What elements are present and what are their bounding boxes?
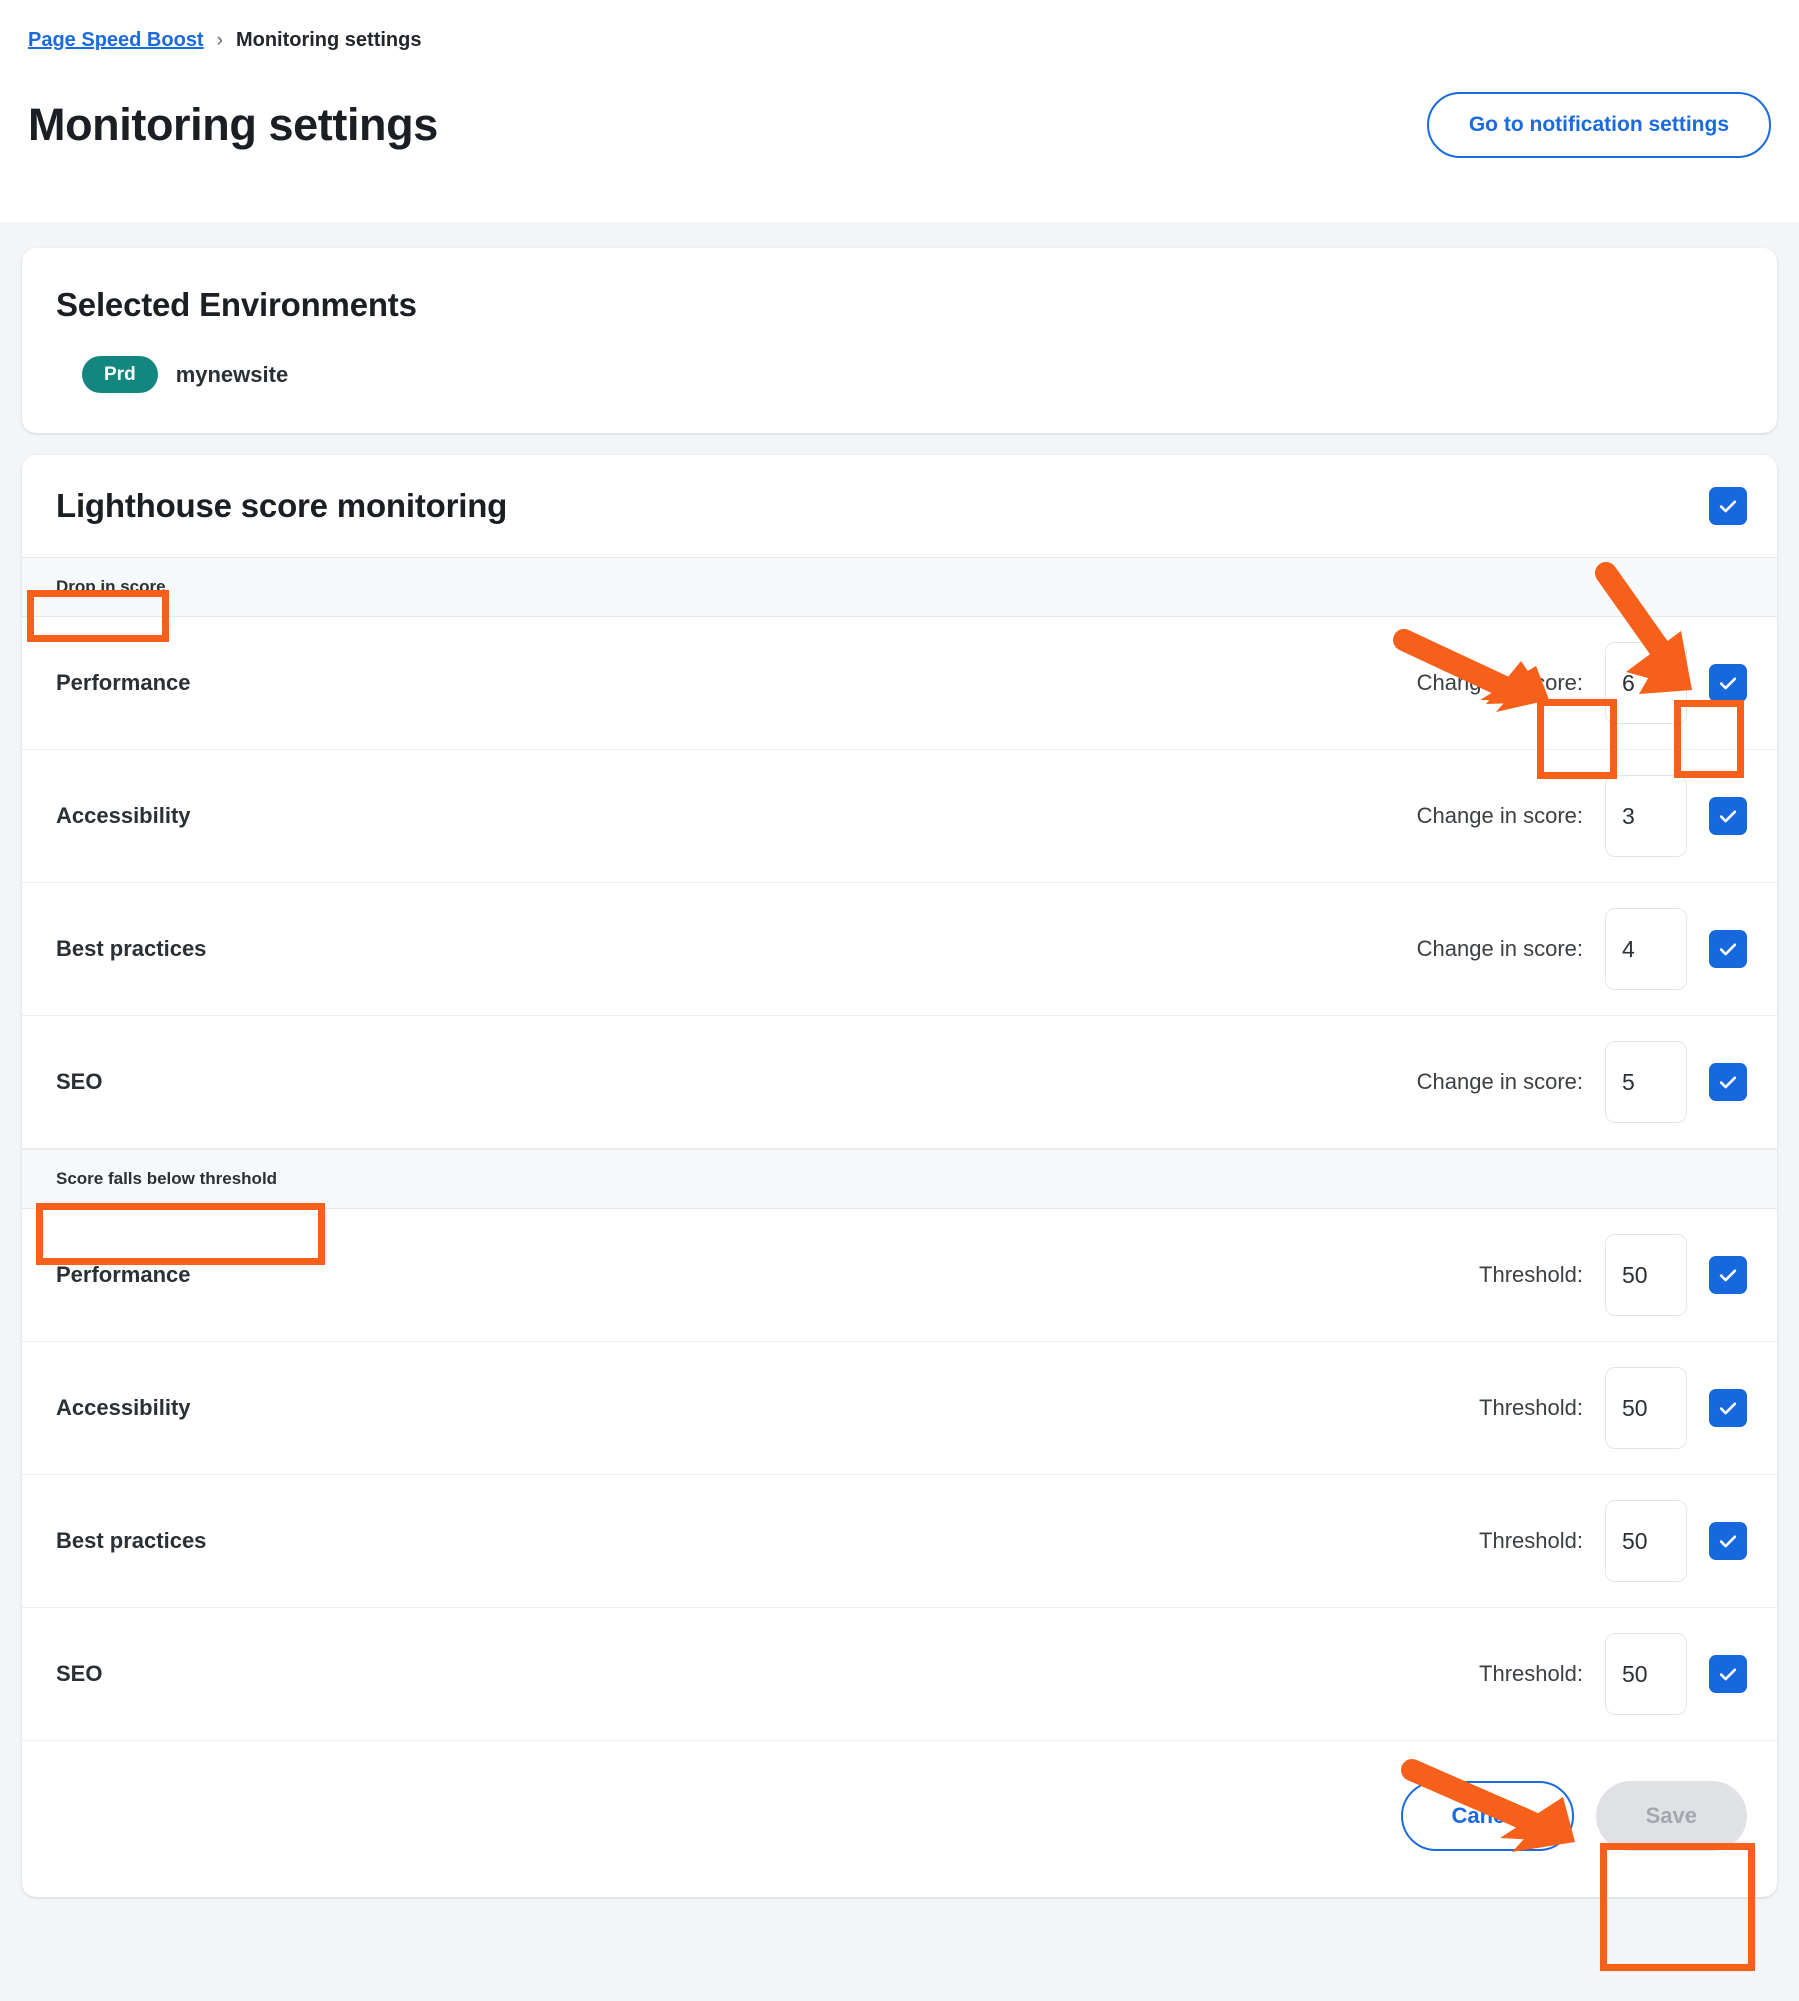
threshold-input-performance[interactable] (1605, 1234, 1687, 1316)
group-heading-drop-in-score: Drop in score (22, 557, 1777, 617)
go-to-notification-settings-button[interactable]: Go to notification settings (1427, 92, 1771, 158)
row-field-label: Change in score: (1417, 1069, 1583, 1095)
table-row: Performance Threshold: (22, 1209, 1777, 1342)
page-title: Monitoring settings (28, 101, 438, 148)
row-label: SEO (56, 1069, 102, 1095)
table-row: SEO Change in score: (22, 1016, 1777, 1149)
row-controls: Threshold: (1479, 1500, 1747, 1582)
row-label: Performance (56, 1262, 191, 1288)
threshold-input-accessibility[interactable] (1605, 1367, 1687, 1449)
page-body: Selected Environments Prd mynewsite Ligh… (0, 222, 1799, 1897)
change-in-score-input-seo[interactable] (1605, 1041, 1687, 1123)
table-row: Accessibility Threshold: (22, 1342, 1777, 1475)
row-field-label: Threshold: (1479, 1661, 1583, 1687)
threshold-input-seo[interactable] (1605, 1633, 1687, 1715)
monitoring-footer: Cancel Save (22, 1741, 1777, 1897)
table-row: Accessibility Change in score: (22, 750, 1777, 883)
row-controls: Threshold: (1479, 1633, 1747, 1715)
row-field-label: Threshold: (1479, 1395, 1583, 1421)
lighthouse-monitoring-title: Lighthouse score monitoring (56, 487, 507, 525)
row-label: Best practices (56, 936, 206, 962)
threshold-checkbox-seo[interactable] (1709, 1655, 1747, 1693)
lighthouse-monitoring-card: Lighthouse score monitoring Drop in scor… (22, 455, 1777, 1897)
lighthouse-monitoring-header: Lighthouse score monitoring (22, 455, 1777, 557)
table-row: Best practices Threshold: (22, 1475, 1777, 1608)
row-controls: Change in score: (1417, 1041, 1747, 1123)
row-controls: Change in score: (1417, 642, 1747, 724)
page-header: Page Speed Boost › Monitoring settings M… (0, 0, 1799, 222)
row-controls: Threshold: (1479, 1367, 1747, 1449)
row-field-label: Threshold: (1479, 1528, 1583, 1554)
row-controls: Change in score: (1417, 775, 1747, 857)
row-controls: Change in score: (1417, 908, 1747, 990)
save-button[interactable]: Save (1596, 1781, 1747, 1851)
change-in-score-input-best-practices[interactable] (1605, 908, 1687, 990)
breadcrumb-current: Monitoring settings (236, 30, 422, 50)
environment-name: mynewsite (176, 362, 289, 388)
row-field-label: Change in score: (1417, 670, 1583, 696)
breadcrumb-link-root[interactable]: Page Speed Boost (28, 30, 204, 50)
row-label: Accessibility (56, 1395, 191, 1421)
row-checkbox-performance[interactable] (1709, 664, 1747, 702)
row-checkbox-accessibility[interactable] (1709, 797, 1747, 835)
environment-item: Prd mynewsite (56, 356, 1743, 393)
row-label: Accessibility (56, 803, 191, 829)
row-field-label: Change in score: (1417, 936, 1583, 962)
threshold-checkbox-performance[interactable] (1709, 1256, 1747, 1294)
change-in-score-input-accessibility[interactable] (1605, 775, 1687, 857)
table-row: Best practices Change in score: (22, 883, 1777, 1016)
breadcrumb-separator-icon: › (217, 31, 223, 50)
table-row: SEO Threshold: (22, 1608, 1777, 1741)
threshold-checkbox-best-practices[interactable] (1709, 1522, 1747, 1560)
row-label: SEO (56, 1661, 102, 1687)
cancel-button[interactable]: Cancel (1401, 1781, 1573, 1851)
row-checkbox-best-practices[interactable] (1709, 930, 1747, 968)
row-label: Best practices (56, 1528, 206, 1554)
selected-environments-title: Selected Environments (56, 286, 1743, 324)
breadcrumb: Page Speed Boost › Monitoring settings (28, 30, 1771, 50)
row-checkbox-seo[interactable] (1709, 1063, 1747, 1101)
change-in-score-input-performance[interactable] (1605, 642, 1687, 724)
group-heading-score-falls-below-threshold: Score falls below threshold (22, 1149, 1777, 1209)
row-label: Performance (56, 670, 191, 696)
row-field-label: Change in score: (1417, 803, 1583, 829)
header-row: Monitoring settings Go to notification s… (28, 92, 1771, 158)
threshold-input-best-practices[interactable] (1605, 1500, 1687, 1582)
table-row: Performance Change in score: (22, 617, 1777, 750)
environment-badge: Prd (82, 356, 158, 393)
selected-environments-card: Selected Environments Prd mynewsite (22, 248, 1777, 433)
row-controls: Threshold: (1479, 1234, 1747, 1316)
master-checkbox[interactable] (1709, 487, 1747, 525)
threshold-checkbox-accessibility[interactable] (1709, 1389, 1747, 1427)
row-field-label: Threshold: (1479, 1262, 1583, 1288)
